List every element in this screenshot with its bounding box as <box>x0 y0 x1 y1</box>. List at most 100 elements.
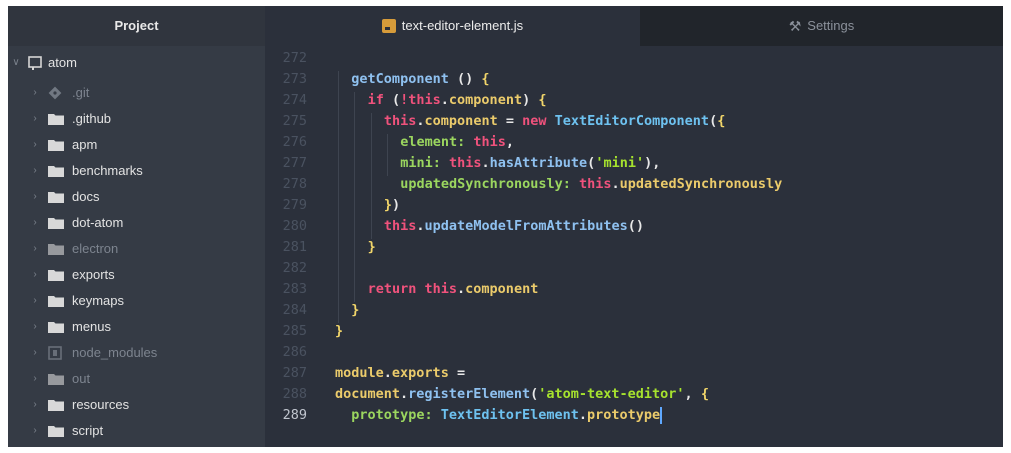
code-token: } <box>351 302 360 318</box>
code-line[interactable]: 273 getComponent () { <box>265 69 1003 90</box>
code-token: exports <box>391 365 449 381</box>
code-line[interactable]: 272 <box>265 48 1003 69</box>
code-token: TextEditorComponent <box>554 113 710 129</box>
code-token: 'mini' <box>595 155 645 171</box>
code-line[interactable]: 282 <box>265 258 1003 279</box>
tab-settings[interactable]: ⚒ Settings <box>640 6 1003 46</box>
chevron-right-icon[interactable]: › <box>30 184 40 210</box>
chevron-right-icon[interactable]: › <box>30 340 40 366</box>
indent-guide <box>354 92 356 302</box>
code-token: () <box>627 218 645 234</box>
code-line[interactable]: 284} <box>265 300 1003 321</box>
tree-item-git[interactable]: › .git <box>8 80 265 106</box>
tree-item-label: docs <box>72 189 100 204</box>
code-token: . <box>611 176 620 192</box>
tree-item-label: dot-atom <box>72 215 124 230</box>
js-file-icon <box>381 19 396 33</box>
code-token: . <box>416 218 425 234</box>
chevron-right-icon[interactable]: › <box>30 262 40 288</box>
code-line[interactable]: 279}) <box>265 195 1003 216</box>
chevron-right-icon[interactable]: › <box>30 288 40 314</box>
code-token: this <box>579 176 612 192</box>
code-line[interactable]: 275 this.component = new TextEditorCompon… <box>265 111 1003 132</box>
tree-item-label: menus <box>72 319 112 334</box>
code-token: . <box>481 155 490 171</box>
code-line[interactable]: 278 updatedSynchronously: this.updatedSyn… <box>265 174 1003 195</box>
code-token: registerElement <box>408 386 531 402</box>
code-token: . <box>440 92 449 108</box>
chevron-right-icon[interactable]: › <box>30 106 40 132</box>
code-line[interactable]: 289 prototype: TextEditorElement.prototyp… <box>265 405 1003 426</box>
code-text: this.updateModelFromAttributes() <box>384 216 644 237</box>
code-text: document.registerElement('atom-text-edit… <box>335 384 709 405</box>
tab-label: text-editor-element.js <box>401 18 524 33</box>
code-token: component <box>448 92 523 108</box>
chevron-down-icon[interactable]: ∨ <box>11 46 21 80</box>
tree-item-dot-atom[interactable]: › dot-atom <box>8 210 265 236</box>
code-line[interactable]: 286 <box>265 342 1003 363</box>
code-token: prototype <box>587 407 661 423</box>
code-line[interactable]: 276 element: this, <box>265 132 1003 153</box>
tree-item-resources[interactable]: › resources <box>8 392 265 418</box>
tree-item-apm[interactable]: › apm <box>8 132 265 158</box>
tree-item-github[interactable]: › .github <box>8 106 265 132</box>
tree-item-label: script <box>72 423 104 438</box>
chevron-right-icon[interactable]: › <box>30 80 40 106</box>
code-line[interactable]: 287 module.exports = <box>265 363 1003 384</box>
code-token: updatedSynchronously <box>619 176 783 192</box>
indent-guide <box>370 113 372 239</box>
code-token: this <box>408 92 441 108</box>
code-line[interactable]: 280 this.updateModelFromAttributes() <box>265 216 1003 237</box>
tab-text-editor-element[interactable]: text-editor-element.js <box>265 6 640 46</box>
tree-item-exports[interactable]: › exports <box>8 262 265 288</box>
code-token: , <box>684 386 701 402</box>
chevron-right-icon[interactable]: › <box>30 418 40 444</box>
chevron-right-icon[interactable]: › <box>30 314 40 340</box>
tree-item-label: out <box>72 371 91 386</box>
project-tree: ∨ atom › .git › .github › apm › benchmarks › docs… <box>8 46 265 444</box>
tree-root-atom[interactable]: ∨ atom <box>8 46 265 80</box>
code-text: } <box>351 300 359 321</box>
code-line[interactable]: 281} <box>265 237 1003 258</box>
tree-item-docs[interactable]: › docs <box>8 184 265 210</box>
chevron-right-icon[interactable]: › <box>30 236 40 262</box>
folder-icon <box>48 425 64 437</box>
tree-item-benchmarks[interactable]: › benchmarks <box>8 158 265 184</box>
tree-item-keymaps[interactable]: › keymaps <box>8 288 265 314</box>
tree-item-node-modules[interactable]: › node_modules <box>8 340 265 366</box>
code-token: document <box>335 386 401 402</box>
code-token: = <box>497 113 523 129</box>
tree-item-script[interactable]: › script <box>8 418 265 444</box>
chevron-right-icon[interactable]: › <box>30 392 40 418</box>
tab-bar: text-editor-element.js ⚒ Settings <box>265 6 1003 46</box>
indent-guide <box>386 134 388 176</box>
code-token: . <box>457 281 466 297</box>
line-number: 288 <box>282 386 307 402</box>
code-token: this <box>383 113 417 129</box>
text-editor[interactable]: 272 273 getComponent () {274 if (!this.comp… <box>265 46 1003 447</box>
code-line[interactable]: 288 document.registerElement('atom-text-e… <box>265 384 1003 405</box>
chevron-right-icon[interactable]: › <box>30 132 40 158</box>
code-line[interactable]: 274 if (!this.component) { <box>265 90 1003 111</box>
code-text: this.component = new TextEditorComponent… <box>384 111 725 132</box>
tree-root-label: atom <box>48 55 77 70</box>
tree-item-menus[interactable]: › menus <box>8 314 265 340</box>
tree-item-label: exports <box>72 267 115 282</box>
chevron-right-icon[interactable]: › <box>30 210 40 236</box>
line-number: 280 <box>282 218 307 234</box>
code-token: updatedSynchronously: <box>400 176 571 192</box>
code-line[interactable]: 283 return this.component <box>265 279 1003 300</box>
tree-item-electron[interactable]: › electron <box>8 236 265 262</box>
code-line[interactable]: 285} <box>265 321 1003 342</box>
code-text: updatedSynchronously: this.updatedSynchr… <box>400 174 782 195</box>
code-token: . <box>400 386 409 402</box>
chevron-right-icon[interactable]: › <box>30 158 40 184</box>
tools-icon: ⚒ <box>788 18 802 34</box>
code-token: mini: <box>400 155 441 171</box>
code-line[interactable]: 277 mini: this.hasAttribute('mini'), <box>265 153 1003 174</box>
chevron-right-icon[interactable]: › <box>30 366 40 392</box>
tree-item-out[interactable]: › out <box>8 366 265 392</box>
code-token: { <box>481 71 490 87</box>
folder-icon <box>48 191 64 203</box>
folder-icon <box>48 321 64 333</box>
